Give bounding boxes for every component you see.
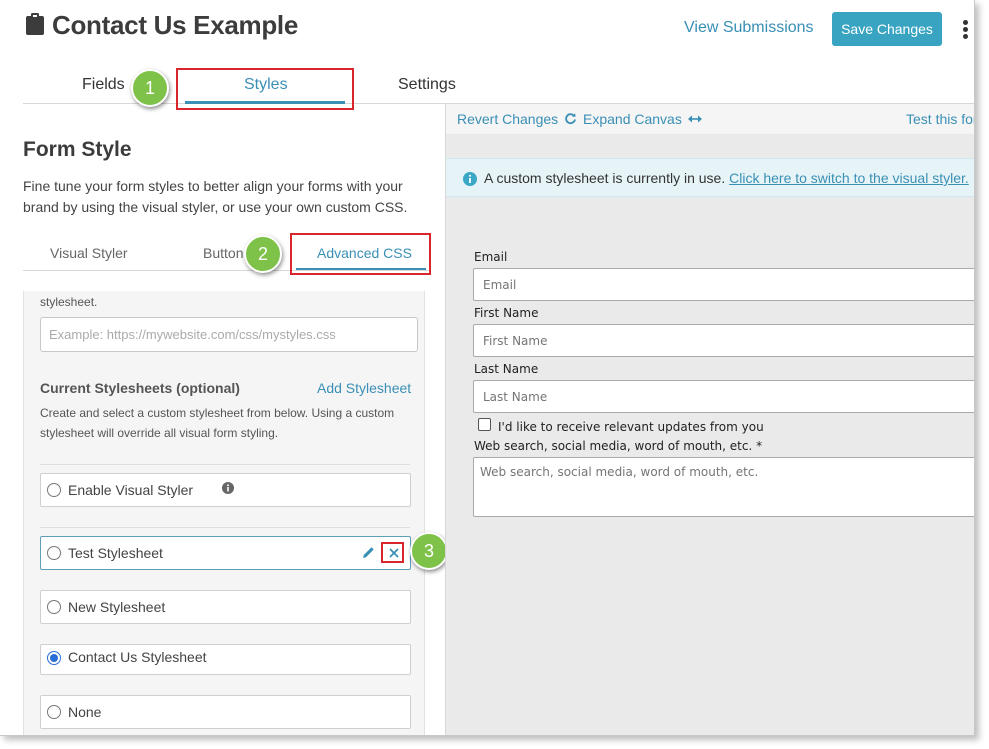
updates-checkbox[interactable] [478,418,491,431]
info-icon [463,172,477,186]
pencil-icon[interactable] [362,546,375,559]
option-label: Contact Us Stylesheet [68,649,207,665]
last-name-field[interactable] [473,380,974,413]
subtab-button[interactable]: Button [203,245,243,261]
delete-icon-highlight [381,542,404,563]
info-icon[interactable] [222,482,234,494]
first-name-field[interactable] [473,324,974,357]
stylesheet-url-input[interactable] [40,317,418,352]
radio-button-selected[interactable] [47,651,61,665]
first-name-label: First Name [474,306,539,320]
option-label: Test Stylesheet [68,545,163,561]
option-new-stylesheet[interactable]: New Stylesheet [40,590,411,624]
tab-settings[interactable]: Settings [398,76,456,94]
expand-canvas-label: Expand Canvas [583,111,682,127]
refresh-icon [565,113,576,125]
radio-button[interactable] [47,546,61,560]
styles-tab-highlight [176,68,354,110]
option-none[interactable]: None [40,695,411,729]
option-contact-us-stylesheet[interactable]: Contact Us Stylesheet [40,644,411,675]
horizontal-arrows-icon [687,115,702,123]
source-label: Web search, social media, word of mouth,… [474,439,763,453]
banner-text: A custom stylesheet is currently in use. [484,170,726,186]
email-field[interactable] [473,268,974,301]
tab-fields[interactable]: Fields [82,76,125,94]
option-label: New Stylesheet [68,599,166,615]
view-submissions-link[interactable]: View Submissions [684,19,814,37]
canvas-toolbar: Revert Changes Expand Canvas Test this f… [446,104,974,134]
option-label: Enable Visual Styler [68,482,194,498]
option-label: None [68,704,102,720]
switch-to-visual-styler-link[interactable]: Click here to switch to the visual style… [729,170,969,186]
current-stylesheets-heading: Current Stylesheets (optional) [40,380,240,396]
divider [40,464,410,465]
subtab-visual-styler[interactable]: Visual Styler [50,245,128,261]
source-textarea[interactable] [473,457,974,517]
current-stylesheets-description: Create and select a custom stylesheet fr… [40,406,395,440]
divider [40,527,410,528]
custom-stylesheet-banner: A custom stylesheet is currently in use.… [446,158,974,197]
page-title: Contact Us Example [52,10,299,40]
more-options-icon[interactable] [958,20,972,40]
callout-badge-1: 1 [131,69,169,107]
radio-button[interactable] [47,600,61,614]
last-name-label: Last Name [474,362,539,376]
form-style-heading: Form Style [23,138,132,161]
form-style-description: Fine tune your form styles to better ali… [23,178,408,215]
option-test-stylesheet[interactable]: Test Stylesheet [40,536,411,570]
radio-button[interactable] [47,483,61,497]
revert-changes-label: Revert Changes [457,111,559,127]
revert-changes-link[interactable]: Revert Changes [457,111,577,127]
stylesheet-note: stylesheet. [40,295,98,309]
app-window: Contact Us Example View Submissions Save… [0,0,975,736]
add-stylesheet-link[interactable]: Add Stylesheet [317,380,411,396]
save-changes-button[interactable]: Save Changes [832,12,942,46]
email-label: Email [474,250,508,264]
callout-badge-2: 2 [244,235,282,273]
test-form-link[interactable]: Test this form [906,111,974,127]
expand-canvas-link[interactable]: Expand Canvas [583,111,702,127]
advanced-css-panel: stylesheet. Current Stylesheets (optiona… [23,291,425,735]
updates-checkbox-label: I'd like to receive relevant updates fro… [498,420,764,434]
banner-message: A custom stylesheet is currently in use.… [484,170,969,186]
option-enable-visual-styler[interactable]: Enable Visual Styler [40,473,411,507]
radio-button[interactable] [47,705,61,719]
callout-badge-3: 3 [410,532,448,570]
form-preview-canvas: Revert Changes Expand Canvas Test this f… [445,104,974,735]
advanced-css-highlight [290,233,431,275]
clipboard-icon [26,13,44,35]
